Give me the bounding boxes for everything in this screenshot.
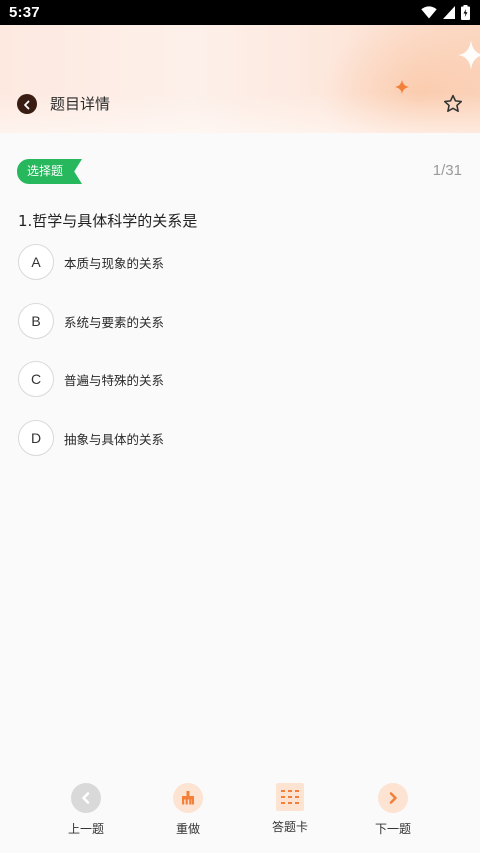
- option-text: 普遍与特殊的关系: [64, 372, 165, 388]
- option-letter: C: [18, 361, 54, 397]
- option-text: 本质与现象的关系: [64, 255, 165, 271]
- sparkle-small-icon: [395, 80, 409, 94]
- battery-icon: [461, 5, 470, 20]
- prev-question-label: 上一题: [67, 822, 104, 836]
- option-text: 系统与要素的关系: [64, 314, 165, 330]
- status-bar: 5:37: [0, 0, 480, 25]
- broom-icon: [173, 783, 203, 813]
- star-outline-icon: [442, 94, 464, 119]
- page-header: 题目详情: [0, 25, 480, 133]
- status-icons: [421, 5, 470, 20]
- chevron-right-circle-icon: [378, 783, 408, 813]
- sparkle-icon: [458, 40, 480, 70]
- option-text: 抽象与具体的关系: [64, 431, 165, 447]
- chevron-left-icon: [22, 95, 32, 114]
- chevron-left-circle-icon: [71, 783, 101, 813]
- next-question-button[interactable]: 下一题: [353, 783, 433, 843]
- option-a[interactable]: A 本质与现象的关系: [18, 244, 458, 280]
- page-title: 题目详情: [50, 95, 111, 113]
- option-b[interactable]: B 系统与要素的关系: [18, 303, 458, 339]
- wifi-icon: [421, 6, 437, 19]
- answer-card-label: 答题卡: [271, 820, 308, 834]
- prev-question-button[interactable]: 上一题: [46, 783, 126, 843]
- question-progress: 1/31: [432, 162, 462, 179]
- redo-label: 重做: [175, 822, 200, 836]
- favorite-button[interactable]: [442, 93, 464, 115]
- question-type-badge: 选择题: [17, 159, 82, 184]
- next-question-label: 下一题: [374, 822, 411, 836]
- option-letter: D: [18, 420, 54, 456]
- back-button[interactable]: [17, 94, 37, 114]
- status-time: 5:37: [9, 4, 40, 21]
- question-text: 1.哲学与具体科学的关系是: [18, 212, 198, 230]
- option-letter: A: [18, 244, 54, 280]
- option-d[interactable]: D 抽象与具体的关系: [18, 420, 458, 456]
- option-letter: B: [18, 303, 54, 339]
- answer-card-button[interactable]: 答题卡: [250, 783, 330, 843]
- option-c[interactable]: C 普遍与特殊的关系: [18, 361, 458, 397]
- cell-signal-icon: [443, 6, 455, 19]
- redo-button[interactable]: 重做: [148, 783, 228, 843]
- grid-icon: [276, 783, 304, 811]
- bottom-nav: 上一题 重做 答题卡 下一题: [0, 775, 480, 853]
